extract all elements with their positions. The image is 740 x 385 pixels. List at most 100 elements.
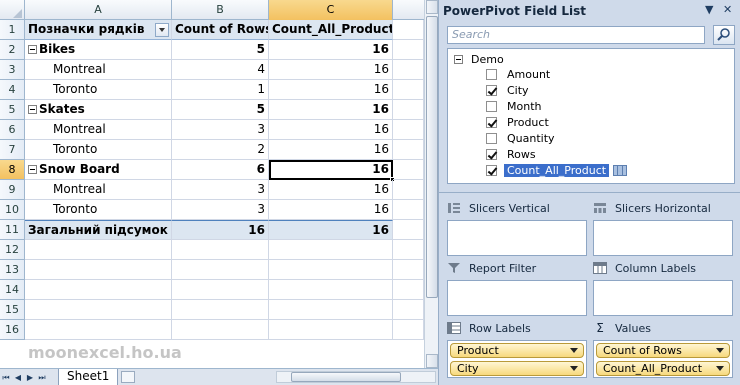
count-rows-cell[interactable]: 3 <box>172 200 269 220</box>
next-sheet-icon[interactable]: ▶ <box>24 371 36 384</box>
row-header[interactable]: 1 <box>0 20 25 40</box>
field-city[interactable]: City <box>486 83 529 97</box>
empty-cell[interactable] <box>25 240 172 260</box>
checkbox[interactable] <box>486 116 497 128</box>
count-rows-cell[interactable]: 6 <box>172 160 269 180</box>
field-product[interactable]: Product <box>486 115 549 129</box>
empty-cell[interactable] <box>393 280 424 300</box>
empty-cell[interactable] <box>393 100 424 120</box>
values-drop-zone[interactable]: Count of Rows Count_All_Product <box>593 340 733 378</box>
checkbox[interactable] <box>486 84 497 96</box>
count-all-cell[interactable]: 16 <box>269 80 393 100</box>
row-header[interactable]: 16 <box>0 320 25 340</box>
empty-cell[interactable] <box>393 60 424 80</box>
city-cell[interactable]: Montreal <box>25 120 172 140</box>
empty-cell[interactable] <box>393 160 424 180</box>
empty-cell[interactable] <box>393 220 424 240</box>
empty-cell[interactable] <box>25 260 172 280</box>
collapse-icon[interactable] <box>28 165 37 174</box>
field-month[interactable]: Month <box>486 99 541 113</box>
empty-cell[interactable] <box>393 200 424 220</box>
worksheet[interactable]: A B C 1 Позначки рядків Count of Rows Co… <box>0 0 438 385</box>
city-cell[interactable]: Toronto <box>25 200 172 220</box>
table-node[interactable]: Demo <box>454 53 504 66</box>
group-cell-snow-board[interactable]: Snow Board <box>25 160 172 180</box>
insert-sheet-icon[interactable] <box>121 371 136 383</box>
empty-cell[interactable] <box>393 40 424 60</box>
search-input[interactable]: Search <box>447 26 705 44</box>
empty-cell[interactable] <box>269 280 393 300</box>
row-header[interactable]: 5 <box>0 100 25 120</box>
empty-cell[interactable] <box>172 320 269 340</box>
field-rows[interactable]: Rows <box>486 147 536 161</box>
value-item-count-of-rows[interactable]: Count of Rows <box>596 343 730 358</box>
empty-cell[interactable] <box>25 280 172 300</box>
active-cell[interactable]: 16 <box>269 160 395 182</box>
panel-options-dropdown-icon[interactable]: ▼ <box>705 3 713 16</box>
empty-cell[interactable] <box>393 180 424 200</box>
count-all-cell[interactable]: 16 <box>269 140 393 160</box>
row-header[interactable]: 12 <box>0 240 25 260</box>
empty-cell[interactable] <box>25 320 172 340</box>
row-header[interactable]: 11 <box>0 220 25 240</box>
count-rows-cell[interactable]: 5 <box>172 100 269 120</box>
vertical-scrollbar[interactable] <box>424 0 438 368</box>
value-item-count-all-product[interactable]: Count_All_Product <box>596 361 730 376</box>
sheet-tab[interactable]: Sheet1 <box>58 368 119 385</box>
row-header[interactable]: 14 <box>0 280 25 300</box>
count-all-cell[interactable]: 16 <box>269 60 393 80</box>
empty-cell[interactable] <box>172 280 269 300</box>
empty-cell[interactable] <box>393 140 424 160</box>
row-header[interactable]: 7 <box>0 140 25 160</box>
grand-total-count-all[interactable]: 16 <box>269 220 393 240</box>
prev-sheet-icon[interactable]: ◀ <box>12 371 24 384</box>
empty-cell[interactable] <box>393 260 424 280</box>
empty-cell[interactable] <box>393 20 424 40</box>
row-header[interactable]: 6 <box>0 120 25 140</box>
row-labels-filter-dropdown-icon[interactable] <box>155 23 169 37</box>
horizontal-scrollbar[interactable] <box>276 371 436 383</box>
row-label-item-product[interactable]: Product <box>450 343 584 358</box>
checkbox[interactable] <box>486 68 497 80</box>
field-count-all-product[interactable]: Count_All_Product <box>486 163 628 177</box>
empty-cell[interactable] <box>393 120 424 140</box>
count-all-cell[interactable]: 16 <box>269 200 393 220</box>
field-quantity[interactable]: Quantity <box>486 131 555 145</box>
city-cell[interactable]: Montreal <box>25 60 172 80</box>
row-header[interactable]: 8 <box>0 160 25 180</box>
slicers-vertical-drop-zone[interactable] <box>447 220 587 256</box>
empty-cell[interactable] <box>393 80 424 100</box>
column-header-d[interactable] <box>393 0 424 20</box>
city-cell[interactable]: Montreal <box>25 180 172 200</box>
count-all-cell[interactable]: 16 <box>269 40 393 60</box>
scroll-up-button[interactable] <box>426 0 438 14</box>
slicers-horizontal-drop-zone[interactable] <box>593 220 733 256</box>
row-labels-drop-zone[interactable]: Product City <box>447 340 587 378</box>
horizontal-scroll-thumb[interactable] <box>291 372 401 382</box>
row-header[interactable]: 15 <box>0 300 25 320</box>
count-rows-cell[interactable]: 5 <box>172 40 269 60</box>
select-all-corner[interactable] <box>0 0 25 20</box>
collapse-icon[interactable] <box>28 45 37 54</box>
count-all-product-header[interactable]: Count_All_Product <box>269 20 393 40</box>
row-header[interactable]: 9 <box>0 180 25 200</box>
count-rows-cell[interactable]: 2 <box>172 140 269 160</box>
empty-cell[interactable] <box>269 240 393 260</box>
empty-cell[interactable] <box>269 260 393 280</box>
empty-cell[interactable] <box>393 240 424 260</box>
grand-total-count-rows[interactable]: 16 <box>172 220 269 240</box>
scroll-down-button[interactable] <box>426 354 438 368</box>
checkbox[interactable] <box>486 148 497 160</box>
checkbox[interactable] <box>486 100 497 112</box>
count-rows-cell[interactable]: 3 <box>172 180 269 200</box>
row-header[interactable]: 4 <box>0 80 25 100</box>
empty-cell[interactable] <box>25 300 172 320</box>
column-header-b[interactable]: B <box>172 0 269 20</box>
empty-cell[interactable] <box>172 240 269 260</box>
count-of-rows-header[interactable]: Count of Rows <box>172 20 269 40</box>
empty-cell[interactable] <box>393 300 424 320</box>
count-all-cell[interactable]: 16 <box>269 180 393 200</box>
close-icon[interactable]: ✕ <box>723 3 732 16</box>
search-button[interactable] <box>713 25 735 45</box>
pivot-row-labels-header[interactable]: Позначки рядків <box>25 20 172 40</box>
